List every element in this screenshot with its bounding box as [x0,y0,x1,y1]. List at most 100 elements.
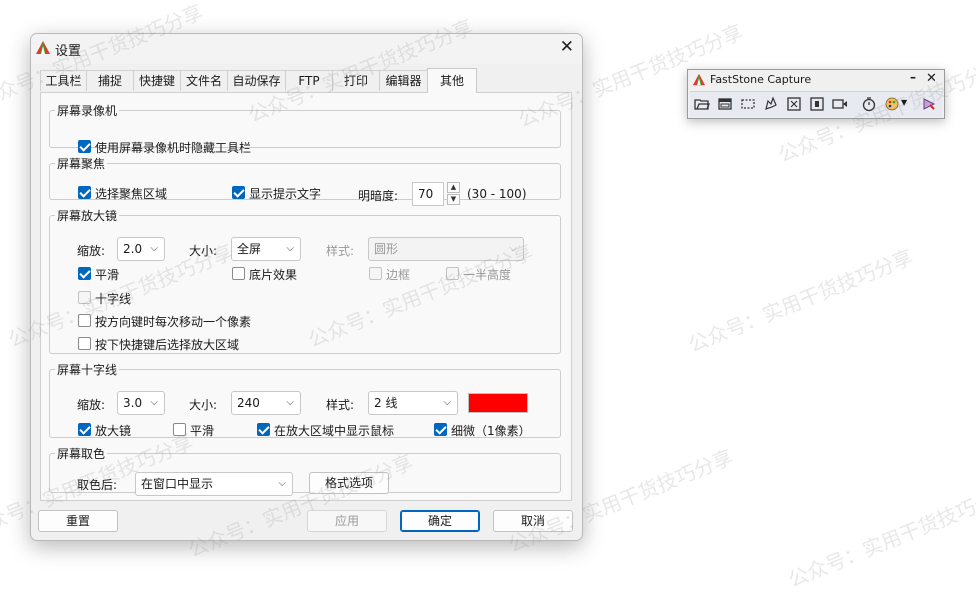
spin-down-icon[interactable]: ▼ [447,194,460,205]
group-title: 屏幕聚焦 [57,157,106,171]
magnifier-zoom-label: 缩放: [77,244,106,258]
capture-scrolling-icon[interactable] [809,96,825,112]
crosshair-color-swatch[interactable] [468,393,528,413]
magnifier-zoom-select[interactable]: 2.0 ⌵ [117,237,165,261]
half-height-checkbox[interactable] [446,267,459,280]
magnifier-style-select[interactable]: 圆形 ⌵ [368,237,524,261]
reset-button[interactable]: 重置 [38,510,118,532]
after-pick-label: 取色后: [77,478,118,492]
border-checkbox[interactable] [369,267,382,280]
dropdown-arrow-icon[interactable]: ▼ [901,98,907,107]
magnifier-size-label: 大小: [189,244,218,258]
brightness-label: 明暗度: [358,189,399,203]
show-hint-label: 显示提示文字 [249,187,322,201]
tab-autosave[interactable]: 自动保存 [227,70,286,91]
chevron-down-icon: ⌵ [150,243,158,254]
group-title: 屏幕放大镜 [57,209,118,223]
crosshair-style-label: 样式: [326,398,355,412]
hotkey-select-checkbox[interactable] [78,337,91,350]
tab-editor[interactable]: 编辑器 [379,70,428,91]
format-options-button[interactable]: 格式选项 [309,472,389,494]
tab-print[interactable]: 打印 [332,70,380,91]
chevron-down-icon: ⌵ [443,397,451,408]
close-icon[interactable]: ✕ [926,71,937,86]
crosshair-size-select[interactable]: 240 ⌵ [231,391,301,415]
negative-effect-label: 底片效果 [249,268,298,282]
hide-toolbar-checkbox[interactable] [78,140,91,153]
screen-recorder-icon[interactable] [832,96,848,112]
faststone-app-icon [36,41,50,54]
title-bar[interactable]: 设置 ✕ [31,34,582,64]
magnifier-smooth-label: 平滑 [95,268,120,282]
tab-filename[interactable]: 文件名 [180,70,228,91]
tab-toolbar[interactable]: 工具栏 [40,70,87,91]
crosshair-checkbox[interactable] [78,291,91,304]
thin-line-checkbox[interactable] [434,423,447,436]
settings-icon[interactable] [921,96,937,112]
delay-timer-icon[interactable] [861,96,877,112]
crosshair-style-select[interactable]: 2 线 ⌵ [368,391,458,415]
capture-tools: ▼ [690,91,942,117]
crosshair-magnifier-checkbox[interactable] [78,423,91,436]
half-height-label: 一半高度 [463,268,512,282]
crosshair-magnifier-label: 放大镜 [95,424,132,438]
group-screen-crosshair: 屏幕十字线 缩放: 3.0 ⌵ 大小: 240 ⌵ 样式: 2 线 ⌵ 放大镜 平滑 … [49,361,561,438]
ok-button[interactable]: 确定 [400,510,480,532]
crosshair-size-label: 大小: [189,398,218,412]
chevron-down-icon: ⌵ [286,397,294,408]
capture-rectangle-icon[interactable] [740,96,756,112]
faststone-logo-icon [692,73,706,86]
apply-button[interactable]: 应用 [307,510,387,532]
after-pick-select[interactable]: 在窗口中显示 ⌵ [135,472,293,496]
border-label: 边框 [386,268,411,282]
tab-strip: 工具栏 捕捉 快捷键 文件名 自动保存 FTP 打印 编辑器 其他 [40,68,572,93]
chevron-down-icon: ⌵ [286,243,294,254]
thin-line-label: 细微（1像素） [451,424,531,438]
output-palette-icon[interactable] [884,96,900,112]
hide-toolbar-label: 使用屏幕录像机时隐藏工具栏 [95,141,252,155]
show-cursor-checkbox[interactable] [257,423,270,436]
magnifier-smooth-checkbox[interactable] [78,267,91,280]
cancel-button[interactable]: 取消 [493,510,573,532]
group-color-picker: 屏幕取色 取色后: 在窗口中显示 ⌵ 格式选项 [49,445,561,496]
close-icon[interactable]: ✕ [560,37,574,57]
magnifier-size-select[interactable]: 全屏 ⌵ [231,237,301,261]
tab-panel-other: 屏幕录像机 使用屏幕录像机时隐藏工具栏 屏幕聚焦 选择聚焦区域 显示提示文字 明… [40,92,572,501]
arrow-move-label: 按方向键时每次移动一个像素 [95,315,252,329]
open-folder-icon[interactable] [694,96,710,112]
chevron-down-icon: ⌵ [150,397,158,408]
show-cursor-label: 在放大区域中显示鼠标 [274,424,395,438]
group-title: 屏幕取色 [57,447,106,461]
crosshair-zoom-select[interactable]: 3.0 ⌵ [117,391,165,415]
brightness-input[interactable]: 70 [412,182,444,206]
select-focus-region-checkbox[interactable] [78,186,91,199]
dialog-title: 设置 [55,44,82,59]
brightness-range: (30 - 100) [467,187,527,201]
group-screen-recorder: 屏幕录像机 使用屏幕录像机时隐藏工具栏 [49,102,561,155]
magnifier-style-label: 样式: [326,244,355,258]
tab-hotkeys[interactable]: 快捷键 [133,70,181,91]
group-screen-magnifier: 屏幕放大镜 缩放: 2.0 ⌵ 大小: 全屏 ⌵ 样式: 圆形 ⌵ 平滑 底片效果 边… [49,207,561,354]
capture-fullscreen-icon[interactable] [786,96,802,112]
minimize-icon[interactable]: – [910,70,916,84]
crosshair-label: 十字线 [95,292,132,306]
group-screen-focus: 屏幕聚焦 选择聚焦区域 显示提示文字 明暗度: 70 ▲ ▼ (30 - 100… [49,155,561,206]
chevron-down-icon: ⌵ [278,478,286,489]
tab-other[interactable]: 其他 [427,68,477,93]
tab-ftp[interactable]: FTP [285,70,333,91]
group-title: 屏幕录像机 [57,104,118,118]
select-focus-region-label: 选择聚焦区域 [95,187,168,201]
crosshair-smooth-label: 平滑 [190,424,215,438]
capture-freehand-icon[interactable] [763,96,779,112]
capture-window-icon[interactable] [717,96,733,112]
crosshair-zoom-label: 缩放: [77,398,106,412]
show-hint-checkbox[interactable] [232,186,245,199]
group-title: 屏幕十字线 [57,363,118,377]
crosshair-smooth-checkbox[interactable] [173,423,186,436]
arrow-move-checkbox[interactable] [78,314,91,327]
negative-effect-checkbox[interactable] [232,267,245,280]
tab-capture[interactable]: 捕捉 [86,70,134,91]
faststone-title: FastStone Capture [710,73,812,86]
spin-up-icon[interactable]: ▲ [447,182,460,193]
faststone-capture-toolbar: FastStone Capture – ✕ ▼ [687,69,945,119]
